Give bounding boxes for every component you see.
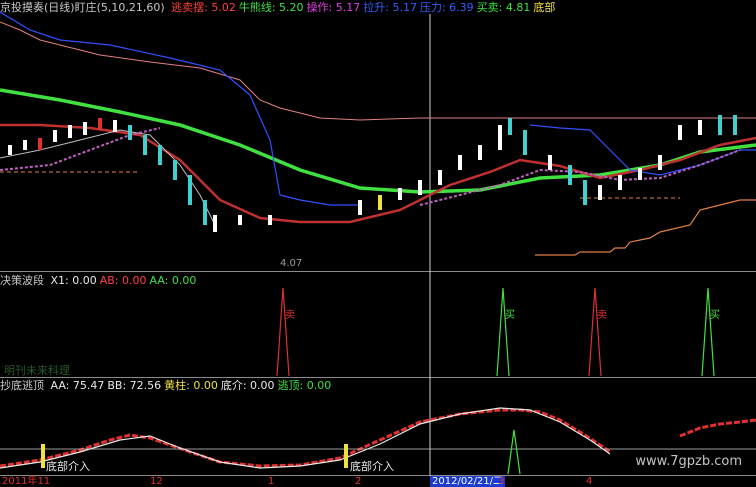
candle-12: [188, 175, 192, 205]
candle-15: [238, 215, 242, 225]
candle-29: [583, 180, 587, 205]
signal-spike-1: [496, 287, 510, 377]
xaxis-label-1: 12: [150, 476, 163, 487]
candle-22: [458, 155, 462, 170]
price-low-label: 4.07: [280, 258, 303, 269]
time-axis: 2011年11 12 1 2 2012/02/21/二 3 4: [0, 476, 756, 487]
candle-26: [523, 130, 527, 155]
candle-8: [128, 125, 132, 140]
candle-13: [203, 200, 207, 225]
candle-20: [418, 180, 422, 195]
candle-5: [83, 122, 87, 135]
candle-28: [568, 165, 572, 185]
candle-30: [598, 185, 602, 200]
bottom-annotation-2: 底部介入: [350, 460, 394, 473]
xaxis-label-5: 4: [586, 476, 593, 487]
candle-4: [68, 125, 72, 138]
xaxis-label-2: 1: [268, 476, 275, 487]
candle-24: [498, 125, 502, 150]
candle-2: [38, 138, 42, 150]
xaxis-label-4: 3: [498, 476, 505, 487]
signal-label-2: 卖: [597, 309, 607, 321]
yellow-bar-1: [41, 444, 45, 468]
candle-35: [698, 120, 702, 135]
yellow-bar-2: [344, 444, 348, 468]
candle-17: [358, 200, 362, 215]
signal-spike-3: [701, 287, 715, 377]
candle-32: [638, 168, 642, 180]
candle-31: [618, 175, 622, 190]
candle-33: [658, 155, 662, 170]
watermark: www.7gpzb.com: [635, 454, 742, 469]
signal-label-0: 卖: [285, 309, 295, 321]
aa-line: [0, 408, 611, 468]
candle-18: [378, 195, 382, 210]
xaxis-highlight[interactable]: 2012/02/21/二: [430, 476, 506, 487]
candle-16: [268, 215, 272, 225]
orange-step-line: [535, 199, 756, 256]
signal-label-1: 买: [505, 309, 515, 321]
aa-line-2: [679, 418, 756, 438]
candle-1: [23, 140, 27, 150]
blue-line-1: [0, 11, 360, 206]
candle-6: [98, 118, 102, 130]
signal-spike-2: [588, 287, 602, 377]
candle-11: [173, 160, 177, 180]
candle-10: [158, 145, 162, 165]
stock-chart-canvas[interactable]: 卖买卖买: [0, 0, 756, 476]
xaxis-label-3: 2: [355, 476, 362, 487]
escape-spike: [507, 429, 521, 475]
xaxis-label-0: 2011年11: [2, 476, 51, 487]
pressure-line: [0, 21, 756, 121]
candle-23: [478, 145, 482, 160]
candle-3: [53, 130, 57, 142]
candle-7: [113, 120, 117, 132]
candle-36: [718, 115, 722, 135]
candle-25: [508, 118, 512, 135]
candle-0: [8, 145, 12, 155]
bottom-annotation-1: 底部介入: [46, 460, 90, 473]
candle-27: [548, 155, 552, 170]
candle-14: [213, 215, 217, 232]
candle-19: [398, 188, 402, 200]
candle-37: [733, 115, 737, 135]
bull-bear-line: [0, 88, 756, 194]
signal-spike-0: [276, 287, 290, 377]
faint-text: 明刊未来科理: [4, 364, 70, 377]
candle-21: [438, 170, 442, 185]
signal-label-3: 买: [710, 309, 720, 321]
candle-9: [143, 135, 147, 155]
candle-34: [678, 125, 682, 140]
